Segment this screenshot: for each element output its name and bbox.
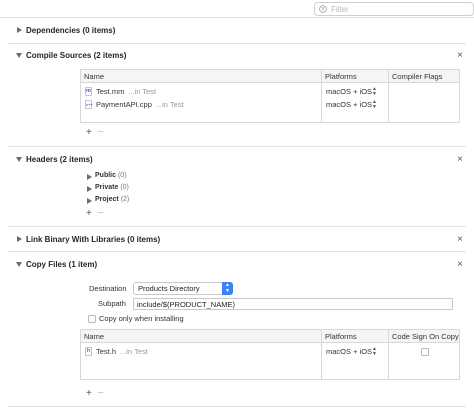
copy-files-table: Name Platforms Code Sign On Copy h Test.… (80, 329, 460, 380)
cpp-file-icon: c++ (85, 100, 93, 109)
add-remove-controls: + − (86, 388, 104, 399)
phase-title-copy-files[interactable]: Copy Files (1 item) (26, 260, 97, 269)
remove-button[interactable]: − (98, 127, 104, 138)
column-header-code-sign[interactable]: Code Sign On Copy (392, 332, 459, 341)
table-header: Name Platforms Code Sign On Copy (81, 330, 459, 343)
destination-label: Destination (89, 284, 127, 293)
phase-title-link-binary[interactable]: Link Binary With Libraries (0 items) (26, 235, 160, 244)
column-header-platforms[interactable]: Platforms (325, 332, 357, 341)
destination-popup[interactable]: Products Directory ▲ ▼ (133, 282, 233, 295)
destination-value: Products Directory (138, 284, 200, 293)
disclosure-triangle-expanded-icon[interactable] (16, 53, 22, 58)
header-group-public[interactable]: Public (0) (95, 172, 127, 179)
filter-field[interactable]: Filter (314, 2, 474, 16)
column-header-name[interactable]: Name (84, 332, 104, 341)
file-name: Test.mm ...in Test (96, 87, 157, 96)
add-remove-controls: + − (86, 127, 104, 138)
platforms-value[interactable]: macOS + iOS (326, 347, 372, 356)
stepper-arrows-icon[interactable]: ▲ ▼ (372, 87, 378, 97)
code-sign-checkbox[interactable] (421, 348, 429, 356)
objc-file-icon: m (85, 87, 92, 96)
divider (8, 226, 466, 227)
close-phase-link-binary-icon[interactable]: × (456, 235, 464, 245)
disclosure-triangle-expanded-icon[interactable] (16, 262, 22, 267)
file-location: ...in Test (128, 87, 157, 96)
subpath-value: include/$(PRODUCT_NAME) (137, 300, 235, 309)
file-location: ...in Test (120, 347, 148, 356)
disclosure-triangle-collapsed-icon[interactable] (17, 236, 22, 242)
header-file-icon: h (85, 347, 92, 356)
add-button[interactable]: + (86, 388, 92, 399)
disclosure-triangle-collapsed-icon[interactable] (87, 186, 92, 192)
close-phase-compile-sources-icon[interactable]: × (456, 51, 464, 61)
stepper-arrows-icon[interactable]: ▲ ▼ (372, 100, 378, 110)
disclosure-triangle-collapsed-icon[interactable] (87, 174, 92, 180)
remove-button[interactable]: − (98, 208, 104, 219)
file-name: Test.h ...in Test (96, 347, 148, 356)
copy-only-label: Copy only when installing (99, 314, 184, 323)
toolbar: Filter (0, 0, 474, 18)
copy-only-checkbox[interactable] (88, 315, 96, 323)
add-remove-controls: + − (86, 208, 104, 219)
divider (8, 43, 466, 44)
platforms-value[interactable]: macOS + iOS (326, 100, 372, 109)
divider (8, 251, 466, 252)
file-name: PaymentAPI.cpp ...in Test (96, 100, 184, 109)
close-phase-headers-icon[interactable]: × (456, 155, 464, 165)
phase-title-headers[interactable]: Headers (2 items) (26, 155, 93, 164)
phase-title-compile-sources[interactable]: Compile Sources (2 items) (26, 51, 126, 60)
close-phase-copy-files-icon[interactable]: × (456, 260, 464, 270)
stepper-arrows-icon[interactable]: ▲ ▼ (372, 347, 378, 357)
table-row[interactable]: c++ PaymentAPI.cpp ...in Test macOS + iOS… (81, 99, 459, 111)
filter-icon (319, 5, 327, 13)
disclosure-triangle-expanded-icon[interactable] (16, 157, 22, 162)
column-header-compiler-flags[interactable]: Compiler Flags (392, 72, 442, 81)
add-button[interactable]: + (86, 208, 92, 219)
header-group-private[interactable]: Private (0) (95, 184, 129, 191)
disclosure-triangle-collapsed-icon[interactable] (87, 198, 92, 204)
disclosure-triangle-collapsed-icon[interactable] (17, 27, 22, 33)
subpath-label: Subpath (98, 299, 126, 308)
divider (8, 406, 466, 407)
divider (0, 17, 474, 18)
popup-arrows-icon: ▲ ▼ (222, 282, 233, 295)
divider (8, 146, 466, 147)
table-header: Name Platforms Compiler Flags (81, 70, 459, 83)
platforms-value[interactable]: macOS + iOS (326, 87, 372, 96)
phase-title-dependencies[interactable]: Dependencies (0 items) (26, 26, 115, 35)
table-row[interactable]: m Test.mm ...in Test macOS + iOS ▲ ▼ (81, 86, 459, 98)
header-group-project[interactable]: Project (2) (95, 196, 129, 203)
column-header-name[interactable]: Name (84, 72, 104, 81)
table-row[interactable]: h Test.h ...in Test macOS + iOS ▲ ▼ (81, 346, 459, 358)
subpath-field[interactable]: include/$(PRODUCT_NAME) (133, 298, 453, 310)
compile-sources-table: Name Platforms Compiler Flags m Test.mm.… (80, 69, 460, 123)
remove-button[interactable]: − (98, 388, 104, 399)
filter-placeholder: Filter (331, 5, 349, 14)
add-button[interactable]: + (86, 127, 92, 138)
column-header-platforms[interactable]: Platforms (325, 72, 357, 81)
file-location: ...in Test (155, 100, 184, 109)
